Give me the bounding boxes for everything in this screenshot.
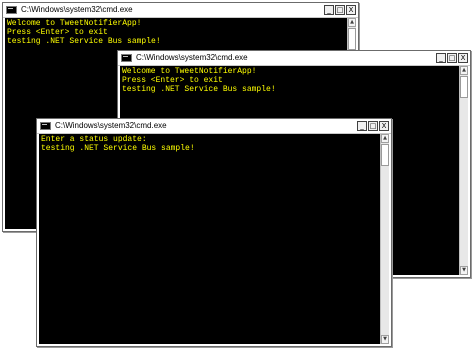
console-text: Enter a status update: testing .NET Serv… [41, 135, 195, 153]
window-controls: _ □ X [436, 53, 468, 63]
scroll-up-arrow-icon[interactable]: ▲ [381, 134, 389, 143]
scroll-thumb[interactable] [460, 76, 468, 98]
close-button[interactable]: X [379, 121, 389, 131]
scroll-down-arrow-icon[interactable]: ▼ [460, 266, 468, 275]
minimize-button[interactable]: _ [357, 121, 367, 131]
window-controls: _ □ X [324, 5, 356, 15]
title-bar[interactable]: C:\Windows\system32\cmd.exe _ □ X [37, 119, 391, 134]
vertical-scrollbar[interactable]: ▲ ▼ [380, 134, 389, 344]
window-title: C:\Windows\system32\cmd.exe [55, 121, 167, 130]
cmd-icon [6, 6, 17, 14]
cmd-icon [40, 122, 51, 130]
window-title: C:\Windows\system32\cmd.exe [136, 53, 248, 62]
console-text: Welcome to TweetNotifierApp! Press <Ente… [122, 67, 276, 94]
console-text: Welcome to TweetNotifierApp! Press <Ente… [7, 19, 161, 46]
scroll-down-arrow-icon[interactable]: ▼ [381, 335, 389, 344]
scroll-thumb[interactable] [381, 144, 389, 166]
scroll-thumb[interactable] [348, 28, 356, 50]
minimize-button[interactable]: _ [436, 53, 446, 63]
scroll-up-arrow-icon[interactable]: ▲ [348, 18, 356, 27]
title-bar[interactable]: C:\Windows\system32\cmd.exe _ □ X [3, 3, 358, 18]
maximize-button[interactable]: □ [335, 5, 345, 15]
window-title: C:\Windows\system32\cmd.exe [21, 5, 133, 14]
title-bar[interactable]: C:\Windows\system32\cmd.exe _ □ X [118, 51, 470, 66]
maximize-button[interactable]: □ [447, 53, 457, 63]
scroll-up-arrow-icon[interactable]: ▲ [460, 66, 468, 75]
minimize-button[interactable]: _ [324, 5, 334, 15]
close-button[interactable]: X [346, 5, 356, 15]
console-output[interactable]: Enter a status update: testing .NET Serv… [39, 134, 380, 344]
close-button[interactable]: X [458, 53, 468, 63]
window-controls: _ □ X [357, 121, 389, 131]
maximize-button[interactable]: □ [368, 121, 378, 131]
cmd-icon [121, 54, 132, 62]
vertical-scrollbar[interactable]: ▲ ▼ [459, 66, 468, 275]
cmd-window-3[interactable]: C:\Windows\system32\cmd.exe _ □ X Enter … [36, 118, 392, 347]
